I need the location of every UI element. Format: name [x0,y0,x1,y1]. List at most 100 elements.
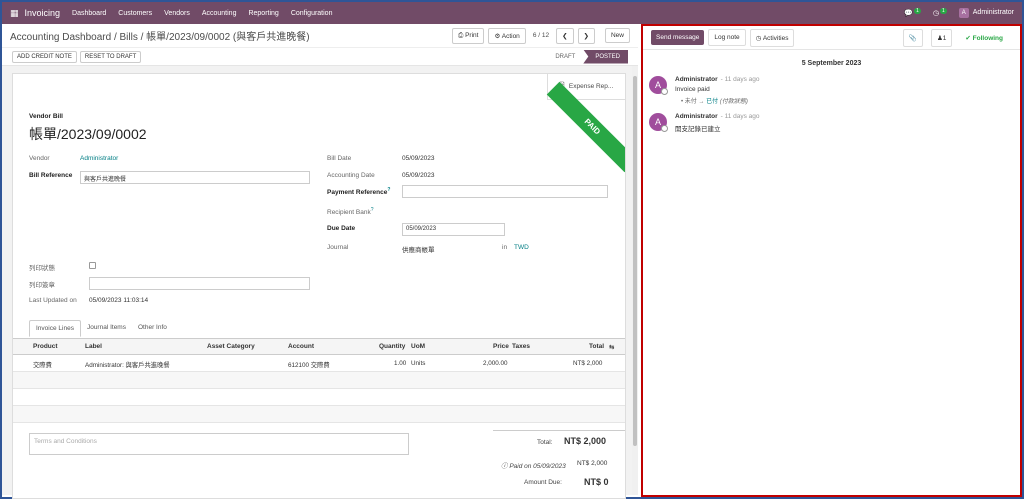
activities-button[interactable]: ◷ Activities [749,28,795,47]
author-name[interactable]: Administrator [675,76,718,83]
col-quantity[interactable]: Quantity [379,343,405,350]
menu-dashboard[interactable]: Dashboard [72,10,106,17]
cell-product[interactable]: 交際費 [33,360,52,369]
payment-reference-input[interactable] [402,185,608,198]
cell-quantity[interactable]: 1.00 [394,360,406,367]
form-scrollbar[interactable] [632,66,638,495]
attachments-button[interactable]: 📎 [902,28,923,47]
log-note-button[interactable]: Log note [708,29,746,46]
help-icon[interactable]: ? [387,187,390,193]
send-message-button[interactable]: Send message [651,30,705,45]
state-posted[interactable]: POSTED [583,49,628,64]
tab-journal-items[interactable]: Journal Items [81,320,132,337]
clock-icon: ◷ [932,10,939,17]
cell-label[interactable]: Administrator: 與客戶共進晚餐 [85,360,170,369]
followers-button[interactable]: ♟1 [930,28,953,47]
in-label: in [502,244,508,251]
col-price[interactable]: Price [493,343,509,350]
recipient-bank-label: Recipient Bank? [327,207,374,216]
paid-on-label: ⓘ Paid on 05/09/2023 [501,460,566,470]
empty-row [13,389,625,406]
tracking-field: (付款狀態) [719,99,748,105]
journal-field[interactable]: 供應商帳單 [402,244,435,254]
col-total[interactable]: Total [589,343,604,350]
app-brand[interactable]: Invoicing [25,8,61,18]
journal-label: Journal [327,244,349,251]
author-avatar[interactable]: A [649,113,668,132]
menu-accounting[interactable]: Accounting [202,10,237,17]
scrollbar-thumb[interactable] [633,76,637,446]
messages-badge: 1 [914,8,921,14]
print-button[interactable]: ⎙ Print [452,27,485,44]
message-author: Administrator - 11 days ago [675,76,760,83]
col-account[interactable]: Account [288,343,314,350]
print-signature-input[interactable] [89,277,310,290]
date-separator: 5 September 2023 [801,60,862,67]
reset-to-draft-button[interactable]: RESET TO DRAFT [79,50,142,63]
cell-account[interactable]: 612100 交際費 [288,360,330,369]
author-avatar[interactable]: A [649,76,668,95]
pager-value[interactable]: 6 / 12 [533,32,549,39]
user-menu[interactable]: A Administrator [958,8,1014,18]
empty-row [13,372,625,389]
cell-price[interactable]: 2,000.00 [483,360,508,367]
menu-reporting[interactable]: Reporting [248,10,278,17]
print-label: Print [465,31,479,39]
recipient-bank-text: Recipient Bank [327,209,371,217]
currency-field[interactable]: TWD [514,244,529,251]
table-header: Product Label Asset Category Account Qua… [13,338,625,355]
terms-input[interactable]: Terms and Conditions [29,433,409,455]
pager-next-button[interactable]: ❯ [577,27,595,44]
status-dot [661,88,668,95]
add-credit-note-button[interactable]: ADD CREDIT NOTE [12,50,77,63]
tracking-new-value: 已付 [706,99,719,105]
user-name: Administrator [972,9,1014,16]
print-status-checkbox[interactable] [89,262,96,269]
column-settings-icon[interactable]: ⇆ [609,343,614,351]
bill-reference-input[interactable]: 與客戶共進晚餐 [80,171,310,184]
tab-invoice-lines[interactable]: Invoice Lines [29,320,81,337]
amount-due-value: NT$ 0 [584,477,609,487]
message-body: 開支記錄已建立 [675,126,721,133]
pager-prev-button[interactable]: ❮ [556,27,574,44]
state-draft[interactable]: DRAFT [547,51,583,63]
vendor-field[interactable]: Administrator [80,155,118,162]
menu-vendors[interactable]: Vendors [164,10,190,17]
table-row[interactable]: 交際費 Administrator: 與客戶共進晚餐 612100 交際費 1.… [13,355,625,372]
form-sheet: 🗎 Expense Rep... PAID Vendor Bill 帳單/202… [12,73,626,499]
totals-divider [493,430,625,431]
arrow-right-icon: → [698,99,705,105]
help-icon[interactable]: ? [371,207,374,213]
print-signature-label: 列印簽章 [29,282,55,289]
cell-uom[interactable]: Units [411,360,425,367]
avatar-initial: A [654,80,661,90]
bill-reference-label: Bill Reference [29,172,73,179]
bill-date-field[interactable]: 05/09/2023 [402,155,435,162]
apps-menu-icon[interactable]: ▦ [10,8,19,19]
new-button[interactable]: New [604,28,630,43]
following-label: Following [972,34,1003,42]
bill-date-label: Bill Date [327,155,352,162]
clock-icon: ◷ [755,34,762,42]
due-date-input[interactable]: 05/09/2023 [402,223,505,236]
printer-icon: ⎙ [458,31,464,39]
breadcrumb[interactable]: Accounting Dashboard / Bills / 帳單/2023/0… [10,28,310,43]
col-label[interactable]: Label [85,343,102,350]
activities-button[interactable]: ◷ 1 [932,8,947,17]
info-icon[interactable]: ⓘ [501,463,508,470]
col-taxes[interactable]: Taxes [512,343,530,350]
cell-total[interactable]: NT$ 2,000 [573,360,602,367]
activities-label: Activities [762,34,789,42]
messages-button[interactable]: 💬 1 [904,8,921,17]
accounting-date-field[interactable]: 05/09/2023 [402,172,435,179]
col-product[interactable]: Product [33,343,58,350]
col-asset-category[interactable]: Asset Category [207,343,255,350]
tab-other-info[interactable]: Other Info [132,320,173,337]
following-button[interactable]: ✔ Following [960,30,1008,46]
col-uom[interactable]: UoM [411,343,425,350]
action-button[interactable]: ⚙ Action [488,27,526,44]
author-name[interactable]: Administrator [675,113,718,120]
menu-configuration[interactable]: Configuration [291,10,333,17]
followers-count: 1 [942,34,947,42]
menu-customers[interactable]: Customers [118,10,152,17]
